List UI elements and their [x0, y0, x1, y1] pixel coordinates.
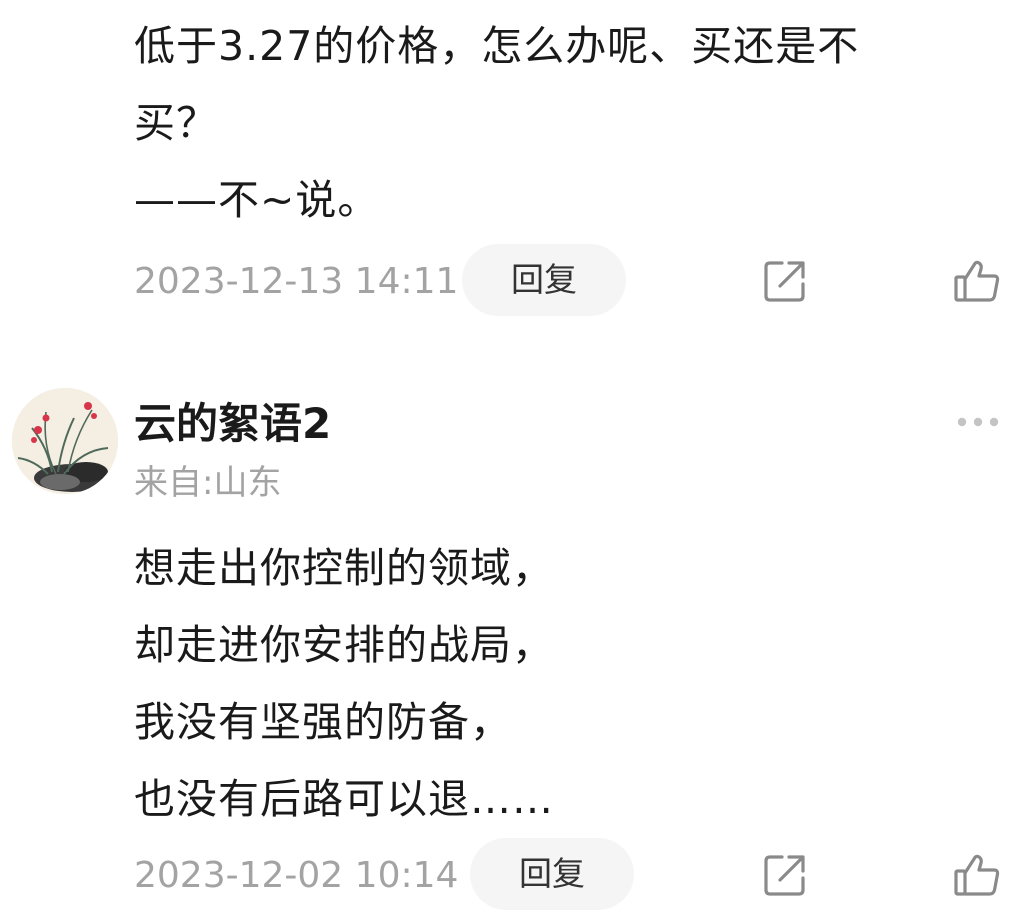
more-options-icon[interactable] — [954, 412, 1002, 432]
comment-2-line: 也没有后路可以退…… — [134, 775, 554, 823]
comment-2-line: 想走出你控制的领域， — [134, 544, 554, 592]
share-icon[interactable] — [760, 256, 810, 306]
orchid-painting-avatar — [12, 388, 118, 494]
comment-1-meta-row: 2023-12-13 14:11 回复 — [134, 244, 1002, 320]
comment-2-body: 想走出你控制的领域， 却走进你安排的战局， 我没有坚强的防备， 也没有后路可以退… — [134, 530, 1014, 838]
author-location: 来自:山东 — [134, 463, 282, 503]
comment-1-line: 低于3.27的价格，怎么办呢、买还是不 — [134, 22, 860, 70]
thumbs-up-icon[interactable] — [952, 850, 1002, 900]
comment-1-line: 买？ — [134, 99, 218, 147]
comment-2-line: 却走进你安排的战局， — [134, 621, 554, 669]
comment-2-reply-button[interactable]: 回复 — [470, 838, 634, 910]
comment-2-author-block: 云的絮语2 来自:山东 — [0, 386, 1030, 516]
comment-feed: 低于3.27的价格，怎么办呢、买还是不 买？ ——不~说。 2023-12-13… — [0, 0, 1030, 924]
comment-1-line: ——不~说。 — [134, 176, 380, 224]
comment-2-meta-row: 2023-12-02 10:14 回复 — [134, 838, 1002, 914]
comment-1-reply-button[interactable]: 回复 — [462, 244, 626, 316]
avatar[interactable] — [12, 388, 118, 494]
share-icon[interactable] — [760, 850, 810, 900]
comment-2-line: 我没有坚强的防备， — [134, 698, 512, 746]
thumbs-up-icon[interactable] — [952, 256, 1002, 306]
comment-1-timestamp: 2023-12-13 14:11 — [134, 261, 459, 302]
comment-1-body: 低于3.27的价格，怎么办呢、买还是不 买？ ——不~说。 — [134, 8, 1014, 239]
comment-2-timestamp: 2023-12-02 10:14 — [134, 855, 459, 896]
author-name[interactable]: 云的絮语2 — [134, 396, 331, 452]
